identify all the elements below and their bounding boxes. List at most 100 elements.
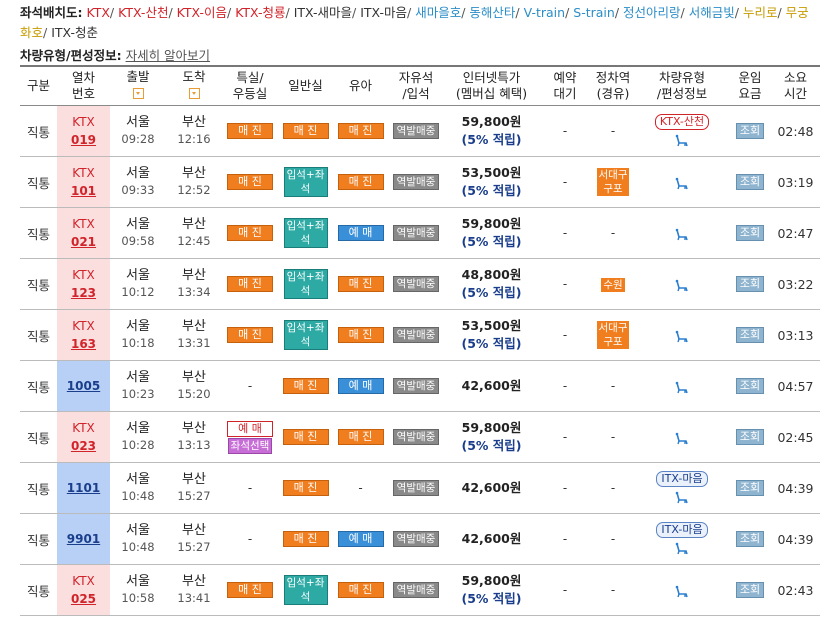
train-number-cell[interactable]: KTX 019 (57, 105, 110, 157)
seat-map-icon[interactable] (674, 381, 690, 395)
train-number-cell[interactable]: KTX 021 (57, 207, 110, 259)
general-standing-button[interactable]: 입석+좌석 (283, 575, 328, 605)
legend-link-10[interactable]: S-train (573, 5, 615, 20)
train-no-link[interactable]: 1101 (67, 481, 100, 495)
train-no-link[interactable]: 021 (57, 233, 110, 251)
general-standing-button[interactable]: 입석+좌석 (283, 167, 328, 197)
vehicle-type-badge[interactable]: ITX-마음 (656, 471, 708, 487)
train-number-cell[interactable]: KTX 023 (57, 411, 110, 463)
seat-map-icon[interactable] (674, 585, 690, 599)
seat-map-icon[interactable] (674, 542, 690, 556)
train-number[interactable]: KTX 101 (57, 164, 110, 200)
train-number-cell[interactable]: 9901 (57, 513, 110, 565)
arrival-station: 부산 (182, 115, 206, 130)
legend-link-5[interactable]: ITX-새마을 (294, 5, 352, 20)
stops-button[interactable]: 서대구 구포 (596, 168, 630, 196)
train-number[interactable]: KTX 021 (57, 215, 110, 251)
train-no-link[interactable]: 123 (57, 284, 110, 302)
train-number[interactable]: KTX 019 (57, 113, 110, 149)
legend-link-12[interactable]: 서해금빛 (689, 5, 735, 20)
arrival-time: 15:27 (177, 489, 211, 503)
train-number-cell[interactable]: KTX 101 (57, 156, 110, 208)
baby-reserve-button[interactable]: 예 매 (337, 378, 384, 394)
train-number-cell[interactable]: KTX 025 (57, 564, 110, 616)
seat-map-icon[interactable] (674, 330, 690, 344)
baby-cell: - (333, 462, 388, 514)
train-number[interactable]: KTX 123 (57, 266, 110, 302)
legend-link-7[interactable]: 새마을호 (415, 5, 461, 20)
legend-link-13[interactable]: 누리로 (743, 5, 778, 20)
vehicle-type-badge[interactable]: ITX-마음 (656, 522, 708, 538)
legend-link-8[interactable]: 동해산타 (469, 5, 515, 20)
special-cell: 매 진 (222, 309, 278, 361)
free-seat-cell: 역발매중 (388, 360, 444, 412)
train-number[interactable]: 1005 (57, 377, 110, 395)
train-no-link[interactable]: 1005 (67, 379, 100, 393)
type-cell: 직통 (20, 258, 57, 310)
fare-inquiry-button[interactable]: 조회 (735, 327, 765, 343)
details-link[interactable]: 자세히 알아보기 (126, 48, 210, 63)
train-number-cell[interactable]: 1101 (57, 462, 110, 514)
seat-map-icon[interactable] (674, 279, 690, 293)
train-number[interactable]: KTX 023 (57, 419, 110, 455)
arrival-station: 부산 (182, 217, 206, 232)
baby-reserve-button[interactable]: 예 매 (337, 531, 384, 547)
train-no-link[interactable]: 9901 (67, 532, 100, 546)
fare-inquiry-button[interactable]: 조회 (735, 276, 765, 292)
fare-inquiry-button[interactable]: 조회 (735, 225, 765, 241)
col-arrival[interactable]: 도착 (166, 65, 222, 106)
train-number-cell[interactable]: KTX 123 (57, 258, 110, 310)
col-waitlist: 예약 대기 (539, 65, 591, 106)
legend-link-2[interactable]: KTX-산천 (118, 5, 168, 20)
col-type: 구분 (20, 65, 57, 106)
stops-button[interactable]: 수원 (601, 277, 625, 292)
train-number[interactable]: 9901 (57, 530, 110, 548)
legend-link-1[interactable]: KTX (86, 5, 109, 20)
seat-map-icon[interactable] (674, 491, 690, 505)
train-no-link[interactable]: 101 (57, 182, 110, 200)
price-points: (5% 적립) (461, 285, 522, 300)
fare-inquiry-button[interactable]: 조회 (735, 531, 765, 547)
arrival-cell: 부산 13:31 (166, 309, 222, 361)
train-number-cell[interactable]: KTX 163 (57, 309, 110, 361)
train-number[interactable]: KTX 025 (57, 572, 110, 608)
general-standing-button[interactable]: 입석+좌석 (283, 269, 328, 299)
baby-reserve-button[interactable]: 예 매 (337, 225, 384, 241)
train-number[interactable]: 1101 (57, 479, 110, 497)
fare-inquiry-button[interactable]: 조회 (735, 123, 765, 139)
fare-inquiry-button[interactable]: 조회 (735, 582, 765, 598)
fare-inquiry-button[interactable]: 조회 (735, 174, 765, 190)
vehicle-type-badge[interactable]: KTX-산천 (654, 114, 710, 130)
sort-arrival-icon[interactable] (188, 88, 200, 99)
legend-link-6[interactable]: ITX-마음 (360, 5, 407, 20)
seat-map-icon[interactable] (674, 134, 690, 148)
stops-button[interactable]: 서대구 구포 (596, 321, 630, 349)
seat-map-icon[interactable] (674, 177, 690, 191)
col-departure[interactable]: 출발 (110, 65, 166, 106)
fare-inquiry-button[interactable]: 조회 (735, 429, 765, 445)
legend-link-3[interactable]: KTX-이음 (177, 5, 227, 20)
stops-cell: 서대구 구포 (591, 309, 635, 361)
price-points: (5% 적립) (461, 183, 522, 198)
general-standing-button[interactable]: 입석+좌석 (283, 218, 328, 248)
arrival-info: 부산 12:16 (166, 114, 222, 148)
fare-inquiry-button[interactable]: 조회 (735, 480, 765, 496)
special-reserve-button[interactable]: 예 매 (227, 420, 273, 437)
train-no-link[interactable]: 023 (57, 437, 110, 455)
legend-link-9[interactable]: V-train (524, 5, 565, 20)
train-no-link[interactable]: 163 (57, 335, 110, 353)
legend-link-4[interactable]: KTX-청룡 (235, 5, 285, 20)
legend-link-15[interactable]: ITX-청춘 (51, 25, 98, 40)
seat-select-button[interactable]: 좌석선택 (227, 437, 273, 454)
train-number-cell[interactable]: 1005 (57, 360, 110, 412)
fare-inquiry-button[interactable]: 조회 (735, 378, 765, 394)
train-number[interactable]: KTX 163 (57, 317, 110, 353)
legend-link-11[interactable]: 정선아리랑 (623, 5, 681, 20)
seat-map-icon[interactable] (674, 432, 690, 446)
seat-map-icon[interactable] (674, 228, 690, 242)
sort-departure-icon[interactable] (132, 88, 144, 99)
price-info: 42,600원 (444, 479, 539, 497)
train-no-link[interactable]: 025 (57, 590, 110, 608)
train-no-link[interactable]: 019 (57, 131, 110, 149)
general-standing-button[interactable]: 입석+좌석 (283, 320, 328, 350)
